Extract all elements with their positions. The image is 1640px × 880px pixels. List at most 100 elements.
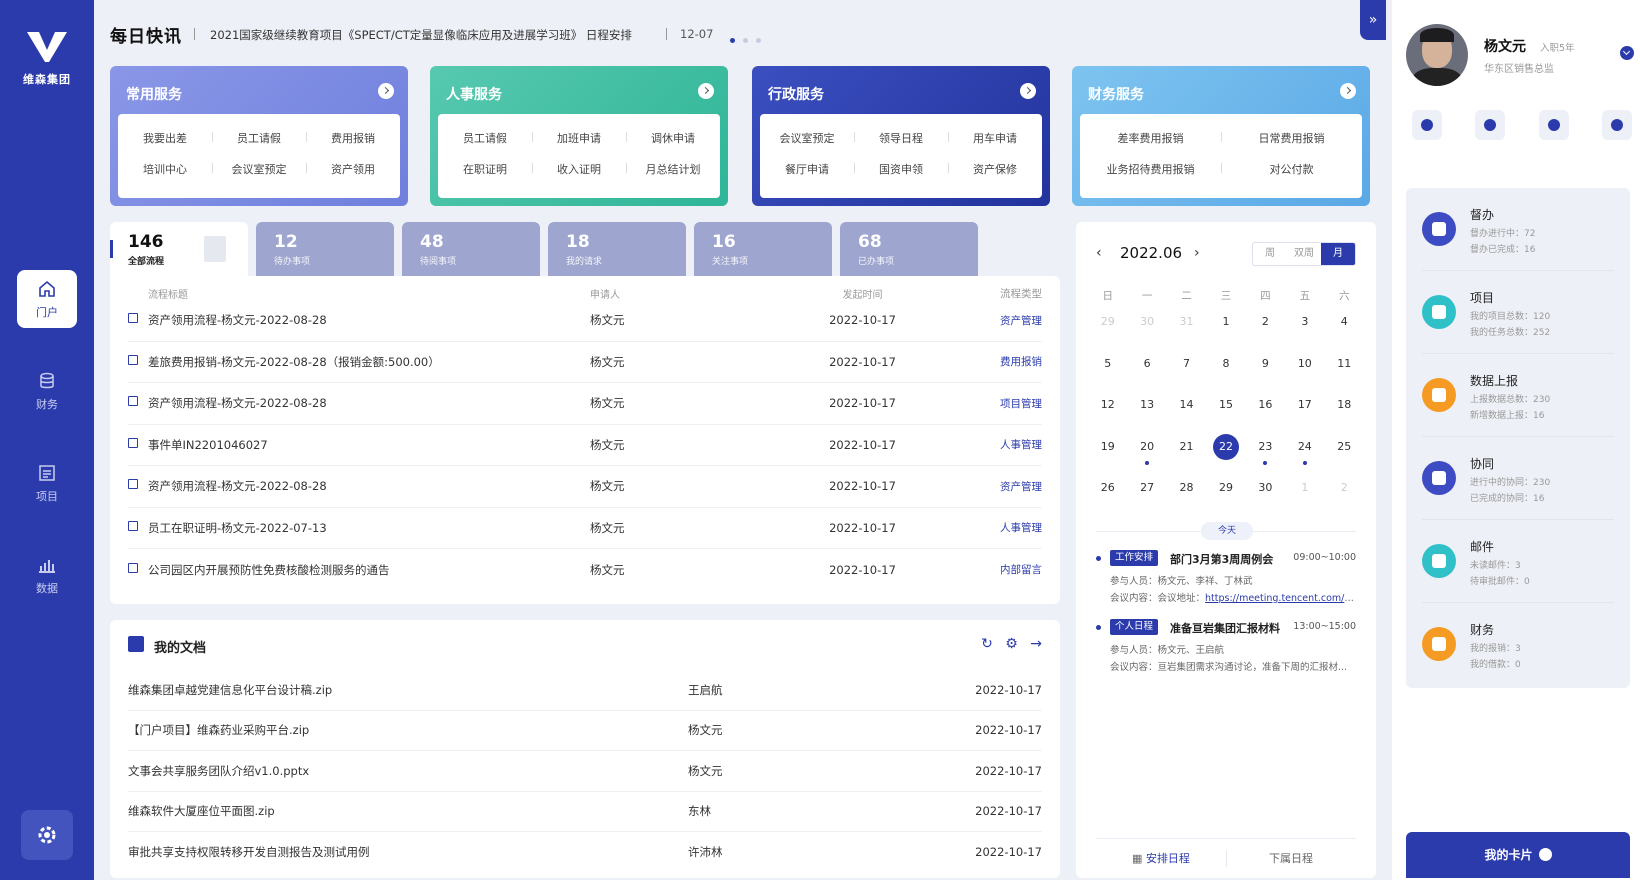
nav-item-portal[interactable]: 门户 [17,270,77,328]
calendar-day[interactable]: 29 [1088,310,1127,352]
stat-card[interactable]: 督办 督办进行中：72 督办已完成：16 [1422,188,1614,271]
calendar-day[interactable]: 17 [1285,393,1324,435]
settings-button[interactable] [21,810,73,860]
calendar-day[interactable]: 10 [1285,352,1324,394]
refresh-icon[interactable]: ↻ [981,636,993,652]
calendar-day[interactable]: 26 [1088,476,1127,518]
logo[interactable]: 维森集团 [0,30,94,87]
doc-name[interactable]: 审批共享支持权限转移开发自测报告及测试用例 [128,844,688,860]
calendar-day[interactable]: 25 [1325,435,1364,477]
calendar-day[interactable]: 20 [1127,435,1166,477]
calendar-day[interactable]: 7 [1167,352,1206,394]
arrow-right-icon[interactable]: → [1030,636,1042,652]
tab-todo[interactable]: 12 待办事项 [256,222,394,278]
calendar-day[interactable]: 12 [1088,393,1127,435]
calendar-day[interactable]: 4 [1325,310,1364,352]
list-item[interactable]: 【门户项目】维森药业采购平台.zip 杨文元 2022-10-17 [128,711,1042,751]
star-icon[interactable] [1601,110,1632,140]
calendar-day[interactable]: 27 [1127,476,1166,518]
chevron-right-icon[interactable]: › [1194,245,1200,261]
event-title[interactable]: 部门3月第3周周例会 [1170,551,1273,567]
service-link[interactable]: 资产保修 [948,161,1042,192]
calendar-day[interactable]: 23 [1246,435,1285,477]
service-link[interactable]: 用车申请 [948,130,1042,161]
chat-icon[interactable] [1412,110,1442,140]
table-row[interactable]: 事件单IN2201046027 杨文元 2022-10-17 人事管理 [128,425,1042,466]
tab-to-read[interactable]: 48 待阅事项 [402,222,540,278]
process-title[interactable]: 公司园区内开展预防性免费核酸检测服务的通告 [148,563,390,577]
calendar-day[interactable]: 2 [1246,310,1285,352]
calendar-day[interactable]: 28 [1167,476,1206,518]
calendar-day[interactable]: 30 [1246,476,1285,518]
calendar-day[interactable]: 2 [1325,476,1364,518]
service-link[interactable]: 会议室预定 [212,161,306,192]
doc-name[interactable]: 文事会共享服务团队介绍v1.0.pptx [128,763,688,779]
calendar-day[interactable]: 5 [1088,352,1127,394]
nav-item-finance[interactable]: 财务 [17,362,77,420]
nav-item-data[interactable]: 数据 [17,546,77,604]
table-row[interactable]: 公司园区内开展预防性免费核酸检测服务的通告 杨文元 2022-10-17 内部留… [128,549,1042,591]
chevron-down-icon[interactable] [1620,46,1634,60]
calendar-day[interactable]: 29 [1206,476,1245,518]
view-month[interactable]: 月 [1321,243,1355,265]
service-link[interactable]: 资产领用 [306,161,400,192]
table-row[interactable]: 资产领用流程-杨文元-2022-08-28 杨文元 2022-10-17 资产管… [128,300,1042,342]
service-link[interactable]: 加班申请 [532,130,626,161]
list-item[interactable]: 维森软件大厦座位平面图.zip 东林 2022-10-17 [128,792,1042,832]
chevron-right-icon[interactable] [698,83,714,99]
chevron-left-icon[interactable]: ‹ [1096,245,1102,261]
process-type[interactable]: 资产管理 [970,313,1042,328]
list-item[interactable]: 维森集团卓越党建信息化平台设计稿.zip 王启航 2022-10-17 [128,670,1042,711]
schedule-event[interactable]: 工作安排 部门3月第3周周例会 09:00~10:00 参与人员：杨文元、李祥、… [1096,550,1356,610]
process-title[interactable]: 员工在职证明-杨文元-2022-07-13 [148,521,327,535]
service-link[interactable]: 我要出差 [118,130,212,161]
calendar-day[interactable]: 11 [1325,352,1364,394]
stat-card[interactable]: 财务 我的报销：3 我的借款：0 [1422,603,1614,686]
news-headline[interactable]: 2021国家级继续教育项目《SPECT/CT定量显像临床应用及进展学习班》 日程… [210,27,632,43]
expand-panel-button[interactable]: » [1360,0,1386,40]
service-link[interactable]: 国资申领 [854,161,948,192]
calendar-day[interactable]: 1 [1285,476,1324,518]
service-link[interactable]: 在职证明 [438,161,532,192]
process-type[interactable]: 资产管理 [970,479,1042,494]
process-title[interactable]: 资产领用流程-杨文元-2022-08-28 [148,396,327,410]
chevron-right-icon[interactable] [378,83,394,99]
nav-item-project[interactable]: 项目 [17,454,77,512]
service-link[interactable]: 领导日程 [854,130,948,161]
calendar-day[interactable]: 15 [1206,393,1245,435]
chevron-right-icon[interactable] [1020,83,1036,99]
calendar-day[interactable]: 16 [1246,393,1285,435]
service-link[interactable]: 培训中心 [118,161,212,192]
process-title[interactable]: 资产领用流程-杨文元-2022-08-28 [148,313,327,327]
pager-dot[interactable] [756,38,761,43]
service-link[interactable]: 调休申请 [626,130,720,161]
pager-dot[interactable] [743,38,748,43]
arrange-schedule-button[interactable]: ▦ 安排日程 [1096,839,1226,878]
doc-name[interactable]: 维森集团卓越党建信息化平台设计稿.zip [128,682,688,698]
service-link[interactable]: 餐厅申请 [760,161,854,192]
gear-icon[interactable]: ⚙ [1005,636,1018,652]
today-button[interactable]: 今天 [1201,522,1253,540]
bell-icon[interactable] [1475,110,1506,140]
calendar-day[interactable]: 19 [1088,435,1127,477]
calendar-day-today[interactable]: 22 [1206,433,1245,477]
tab-all-process[interactable]: 146 全部流程 [110,222,248,278]
calendar-day[interactable]: 13 [1127,393,1166,435]
service-link[interactable]: 日常费用报销 [1221,130,1362,161]
service-link[interactable]: 员工请假 [438,130,532,161]
schedule-event[interactable]: 个人日程 准备亘岩集团汇报材料 13:00~15:00 参与人员：杨文元、王启航… [1096,619,1356,679]
calendar-day[interactable]: 24 [1285,435,1324,477]
table-row[interactable]: 员工在职证明-杨文元-2022-07-13 杨文元 2022-10-17 人事管… [128,508,1042,549]
process-type[interactable]: 费用报销 [970,354,1042,369]
calendar-day[interactable]: 31 [1167,310,1206,352]
calendar-day[interactable]: 9 [1246,352,1285,394]
doc-name[interactable]: 维森软件大厦座位平面图.zip [128,803,688,819]
service-link[interactable]: 收入证明 [532,161,626,192]
service-link[interactable]: 员工请假 [212,130,306,161]
my-card-button[interactable]: 我的卡片 [1406,832,1630,878]
news-pager[interactable] [730,32,769,46]
process-title[interactable]: 资产领用流程-杨文元-2022-08-28 [148,479,327,493]
calendar-day[interactable]: 3 [1285,310,1324,352]
service-link[interactable]: 差率费用报销 [1080,130,1221,161]
stat-card[interactable]: 项目 我的项目总数：120 我的任务总数：252 [1422,271,1614,354]
